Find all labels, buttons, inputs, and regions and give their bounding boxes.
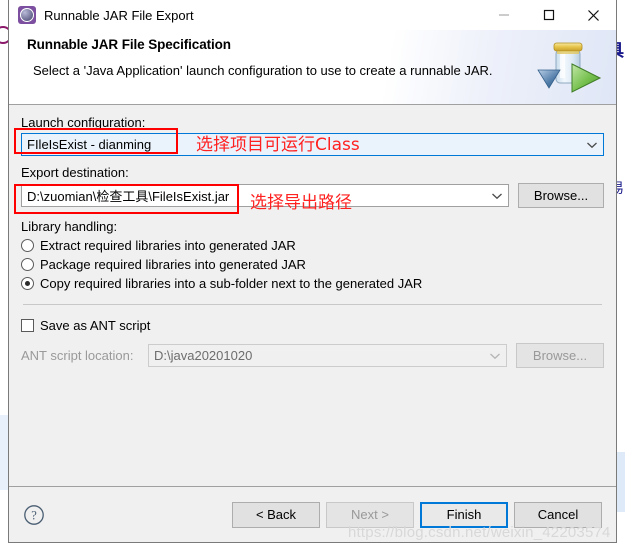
minimize-icon xyxy=(498,14,509,16)
minimize-button[interactable] xyxy=(481,0,526,30)
maximize-icon xyxy=(543,9,554,21)
annotation-text-launch-configuration: 选择项目可运行Class xyxy=(196,135,360,155)
svg-text:?: ? xyxy=(31,508,37,522)
header-title: Runnable JAR File Specification xyxy=(27,37,231,52)
ant-script-location-combo: D:\java20201020 xyxy=(148,344,507,367)
library-handling-option-extract-label: Extract required libraries into generate… xyxy=(40,238,296,253)
runnable-jar-export-dialog: Runnable JAR File Export Runnable JAR Fi… xyxy=(8,0,617,543)
library-handling-option-package[interactable]: Package required libraries into generate… xyxy=(21,257,604,272)
chevron-down-icon xyxy=(490,353,500,359)
ant-script-location-row: ANT script location: D:\java20201020 Bro… xyxy=(21,343,604,368)
library-handling-option-package-label: Package required libraries into generate… xyxy=(40,257,306,272)
dialog-header-banner: Runnable JAR File Specification Select a… xyxy=(9,30,616,105)
jar-with-play-arrow-icon xyxy=(537,42,602,93)
dialog-titlebar[interactable]: Runnable JAR File Export xyxy=(9,0,616,30)
watermark-text: https://blog.csdn.net/weixin_42203574 xyxy=(348,524,611,541)
jar-export-icon xyxy=(18,6,36,24)
library-handling-option-copy[interactable]: Copy required libraries into a sub-folde… xyxy=(21,276,604,291)
ant-script-location-label: ANT script location: xyxy=(21,348,134,363)
ant-script-browse-button: Browse... xyxy=(516,343,604,368)
launch-configuration-dropdown-arrow[interactable] xyxy=(581,141,603,149)
help-question-icon[interactable]: ? xyxy=(23,504,45,526)
chevron-down-icon xyxy=(587,142,597,148)
header-description: Select a 'Java Application' launch confi… xyxy=(33,63,493,78)
save-as-ant-script-label: Save as ANT script xyxy=(40,318,151,333)
dialog-title: Runnable JAR File Export xyxy=(44,7,194,23)
launch-configuration-label: Launch configuration: xyxy=(21,115,146,130)
radio-copy-icon[interactable] xyxy=(21,277,34,290)
maximize-button[interactable] xyxy=(526,0,571,30)
library-handling-option-extract[interactable]: Extract required libraries into generate… xyxy=(21,238,604,253)
ant-script-location-dropdown-arrow xyxy=(484,352,506,360)
export-destination-label: Export destination: xyxy=(21,165,129,180)
back-button[interactable]: < Back xyxy=(232,501,320,528)
window-controls xyxy=(481,0,616,30)
radio-extract-icon[interactable] xyxy=(21,239,34,252)
export-destination-browse-button[interactable]: Browse... xyxy=(518,183,604,208)
save-as-ant-script-checkbox[interactable] xyxy=(21,319,34,332)
save-as-ant-script-row[interactable]: Save as ANT script xyxy=(21,318,604,333)
library-handling-label: Library handling: xyxy=(21,219,118,234)
radio-package-icon[interactable] xyxy=(21,258,34,271)
close-icon xyxy=(588,9,599,21)
dialog-body: Launch configuration: FIleIsExist - dian… xyxy=(9,105,616,486)
export-destination-dropdown-arrow[interactable] xyxy=(486,192,508,200)
annotation-text-export-destination: 选择导出路径 xyxy=(250,193,352,213)
close-button[interactable] xyxy=(571,0,616,30)
section-divider xyxy=(23,304,602,305)
chevron-down-icon xyxy=(492,193,502,199)
library-handling-option-copy-label: Copy required libraries into a sub-folde… xyxy=(40,276,423,291)
ant-script-location-value: D:\java20201020 xyxy=(154,348,253,363)
